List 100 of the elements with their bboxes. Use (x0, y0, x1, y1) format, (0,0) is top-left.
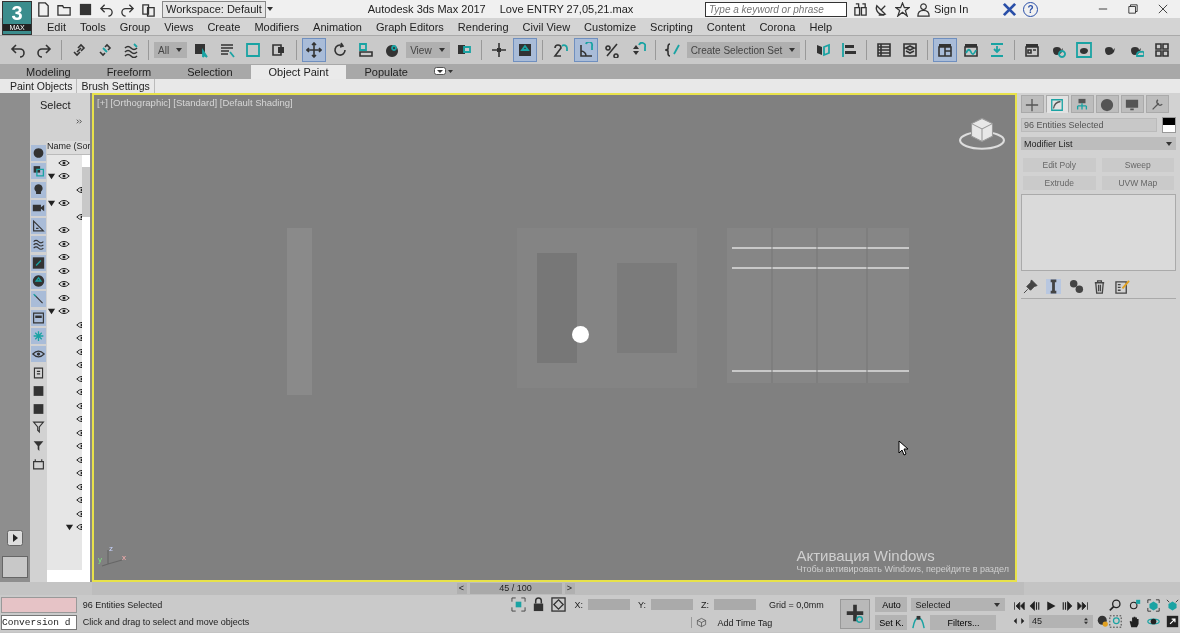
sphere-icon[interactable] (31, 145, 46, 161)
key-filters-button[interactable]: Filters... (930, 615, 997, 630)
show-end-result-icon[interactable] (1046, 279, 1061, 294)
set-key-mode-button[interactable]: Set K. (875, 615, 908, 630)
pen-icon[interactable] (31, 291, 46, 308)
plus-tab[interactable] (1021, 95, 1044, 113)
toolbar-dropdown[interactable]: View (406, 42, 450, 58)
sign-in-menu[interactable]: Sign In (916, 1, 996, 17)
eye-icon[interactable] (31, 346, 46, 363)
expand-arrow-icon[interactable] (47, 171, 56, 181)
x-coordinate-field[interactable] (587, 599, 630, 610)
menu-item[interactable]: Rendering (450, 20, 516, 33)
menu-item[interactable]: Graph Editors (368, 20, 451, 33)
time-slider-thumb[interactable]: 45 / 100 (469, 583, 562, 594)
previous-frame-button[interactable]: < (456, 583, 467, 594)
column-header[interactable]: Name (Sor (47, 141, 90, 155)
keyboard-shortcut-button[interactable] (512, 38, 537, 62)
eye-icon[interactable] (58, 266, 70, 275)
configure-sets-icon[interactable] (1115, 279, 1130, 294)
expand-arrow-icon[interactable] (65, 522, 74, 532)
toolbar-dropdown[interactable]: Create Selection Set (686, 42, 801, 58)
wave-icon[interactable] (31, 236, 46, 253)
set-key-button[interactable] (840, 598, 871, 629)
maxscript-listener-field[interactable] (1, 597, 77, 613)
binoculars-icon[interactable] (853, 1, 868, 17)
maximize-viewport-icon[interactable] (1166, 615, 1179, 628)
menu-item[interactable]: Tools (72, 20, 113, 33)
z-coordinate-field[interactable] (713, 599, 756, 610)
ribbon-tab[interactable]: Modeling (8, 65, 89, 79)
key-mode-icon[interactable] (1013, 615, 1025, 627)
frame-icon[interactable] (31, 309, 46, 326)
key-filter-dropdown[interactable]: Selected (911, 598, 1005, 611)
absolute-mode-icon[interactable] (551, 597, 567, 612)
menu-item[interactable]: Scripting (643, 20, 700, 33)
save-icon[interactable] (78, 1, 93, 17)
eye-icon[interactable] (58, 280, 70, 289)
eye-icon[interactable] (58, 199, 70, 208)
hierarchy-tab[interactable] (1071, 95, 1094, 113)
eye-icon[interactable] (58, 239, 70, 248)
time-configuration-icon[interactable] (1097, 615, 1109, 627)
menu-item[interactable]: Content (699, 20, 753, 33)
menu-item[interactable]: Civil View (515, 20, 578, 33)
bone-icon[interactable] (31, 254, 46, 271)
circle-tab[interactable] (1096, 95, 1119, 113)
menu-item[interactable]: Corona (752, 20, 803, 33)
expand-arrow-icon[interactable] (47, 198, 56, 208)
color-swatch[interactable] (1162, 117, 1176, 133)
menu-item[interactable]: Edit (40, 20, 73, 33)
mini-viewport-box[interactable] (2, 556, 28, 578)
pan-hand-icon[interactable] (1128, 615, 1141, 628)
ribbon-options-icon[interactable] (433, 67, 454, 75)
modifier-button[interactable]: Sweep (1101, 158, 1174, 172)
light-bulb-icon[interactable] (31, 181, 46, 198)
orbit-icon[interactable] (1147, 615, 1160, 628)
horizontal-scrollbar[interactable] (47, 570, 90, 582)
eye-icon[interactable] (58, 226, 70, 235)
box-icon[interactable] (31, 456, 46, 473)
eye-icon[interactable] (58, 172, 70, 181)
curve-tab[interactable] (1046, 95, 1069, 113)
object-name-field[interactable]: 96 Entities Selected (1021, 118, 1157, 132)
star-icon[interactable] (895, 1, 910, 17)
play-button[interactable] (7, 530, 23, 546)
go-to-start-icon[interactable] (1013, 599, 1025, 612)
menu-item[interactable]: Create (200, 20, 248, 33)
camera-icon[interactable] (31, 199, 46, 216)
monitor-tab[interactable] (1121, 95, 1144, 113)
project-folder-icon[interactable] (141, 1, 156, 17)
next-frame-icon[interactable] (1061, 599, 1073, 612)
eye-icon[interactable] (58, 158, 70, 167)
next-frame-button[interactable]: > (564, 583, 575, 594)
ribbon-tab[interactable]: Object Paint (250, 65, 347, 79)
helper-icon[interactable] (31, 218, 46, 235)
modifier-list-dropdown[interactable]: Modifier List (1021, 137, 1176, 150)
modifier-button[interactable]: UVW Map (1101, 176, 1174, 190)
move-button[interactable] (302, 38, 327, 62)
current-frame-spinner[interactable]: 45 (1029, 614, 1093, 628)
trash-icon[interactable] (1092, 279, 1107, 294)
y-coordinate-field[interactable] (650, 599, 693, 610)
panels-button[interactable] (933, 38, 958, 62)
play-icon[interactable] (1045, 599, 1057, 612)
auto-key-button[interactable]: Auto (875, 597, 908, 612)
container-icon[interactable] (31, 273, 46, 290)
chevron-icon[interactable] (75, 117, 84, 126)
modifier-button[interactable]: Edit Poly (1023, 158, 1096, 172)
ribbon-tab[interactable]: Populate (346, 65, 426, 79)
vertical-scrollbar[interactable] (82, 155, 90, 570)
exchange-icon[interactable] (1002, 1, 1017, 17)
toolbar-dropdown[interactable]: All (154, 42, 188, 58)
restore-icon[interactable] (1128, 4, 1138, 14)
previous-frame-icon[interactable] (1029, 599, 1041, 612)
shapes-icon[interactable] (31, 163, 46, 180)
maxscript-output-field[interactable]: Conversion d (1, 615, 77, 630)
add-time-tag-button[interactable]: Add Time Tag (691, 617, 773, 628)
close-icon[interactable] (1158, 4, 1168, 14)
go-to-end-icon[interactable] (1077, 599, 1089, 612)
ribbon-tab[interactable]: Freeform (88, 65, 170, 79)
zoom-all-icon[interactable] (1128, 599, 1141, 612)
ribbon-tab[interactable]: Selection (169, 65, 251, 79)
modifier-button[interactable]: Extrude (1023, 176, 1096, 190)
key-tangent-icon[interactable] (911, 615, 927, 630)
